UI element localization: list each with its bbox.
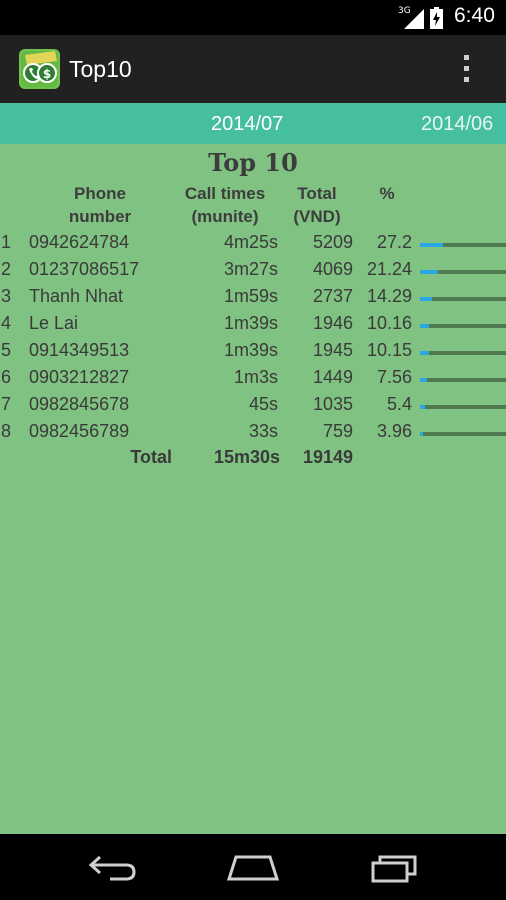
- row-percent-bar-fill: [420, 351, 429, 355]
- page-title: Top10: [69, 56, 132, 82]
- row-call-time: 1m39s: [223, 313, 278, 333]
- row-percent: 21.24: [366, 259, 412, 279]
- header-call-times: Call times (munite): [184, 184, 266, 226]
- row-call-time: 33s: [248, 421, 278, 441]
- row-percent-bar-fill: [420, 297, 433, 301]
- row-percent-bar: [420, 324, 506, 328]
- row-name: Le Lai: [29, 313, 79, 333]
- tab-current-month[interactable]: 2014/07: [211, 113, 283, 136]
- battery-icon: [430, 7, 443, 29]
- row-percent-bar: [420, 405, 506, 409]
- row-percent-bar-fill: [420, 378, 427, 382]
- row-call-time: 4m25s: [223, 232, 278, 252]
- row-call-time: 45s: [248, 394, 278, 414]
- total-label: Total: [130, 447, 172, 467]
- row-rank: 3: [1, 286, 12, 306]
- header-percent: %: [379, 184, 395, 203]
- row-call-time: 1m59s: [223, 286, 278, 306]
- row-name: 0903212827: [29, 367, 130, 387]
- row-percent: 14.29: [366, 286, 412, 306]
- row-rank: 4: [1, 313, 12, 333]
- row-percent-bar-fill: [420, 243, 444, 247]
- row-rank: 5: [1, 340, 12, 360]
- row-name: 0942624784: [29, 232, 130, 252]
- row-percent: 10.15: [366, 340, 412, 360]
- row-percent: 27.2: [376, 232, 412, 252]
- row-percent-bar: [420, 243, 506, 247]
- row-percent: 7.56: [376, 367, 412, 387]
- row-percent-bar-fill: [420, 432, 424, 436]
- total-time: 15m30s: [213, 447, 280, 467]
- row-percent: 3.96: [376, 421, 412, 441]
- row-call-time: 1m39s: [223, 340, 278, 360]
- row-total: 5209: [312, 232, 353, 252]
- navigation-bar: [0, 834, 506, 900]
- action-bar: $ Top10: [0, 35, 506, 103]
- row-total: 2737: [312, 286, 353, 306]
- row-percent-bar: [420, 297, 506, 301]
- row-rank: 1: [1, 232, 12, 252]
- row-percent-bar-fill: [420, 270, 439, 274]
- row-percent: 5.4: [386, 394, 412, 414]
- row-rank: 7: [1, 394, 12, 414]
- top10-content: Top 10 Phone number Call times (munite) …: [0, 144, 506, 834]
- svg-text:$: $: [43, 67, 51, 81]
- back-icon[interactable]: [88, 854, 138, 882]
- header-phone-number: Phone number: [68, 184, 132, 226]
- row-rank: 6: [1, 367, 12, 387]
- money-phone-icon[interactable]: $: [19, 49, 60, 89]
- month-tabs: 2014/07 2014/06: [0, 103, 506, 144]
- row-call-time: 1m3s: [233, 367, 278, 387]
- row-total: 759: [322, 421, 353, 441]
- row-percent-bar: [420, 378, 506, 382]
- row-percent-bar-fill: [420, 405, 425, 409]
- row-percent: 10.16: [366, 313, 412, 333]
- row-name: 0982456789: [29, 421, 130, 441]
- row-percent-bar: [420, 270, 506, 274]
- signal-icon: [404, 9, 424, 29]
- row-call-time: 3m27s: [223, 259, 278, 279]
- row-name: Thanh Nhat: [29, 286, 124, 306]
- row-percent-bar-fill: [420, 324, 429, 328]
- row-rank: 8: [1, 421, 12, 441]
- row-name: 0914349513: [29, 340, 130, 360]
- overflow-menu-icon[interactable]: [455, 52, 477, 86]
- row-rank: 2: [1, 259, 12, 279]
- total-amount: 19149: [302, 447, 353, 467]
- row-total: 1946: [312, 313, 353, 333]
- home-icon[interactable]: [226, 852, 280, 882]
- row-percent-bar: [420, 351, 506, 355]
- row-total: 1945: [312, 340, 353, 360]
- row-name: 0982845678: [29, 394, 130, 414]
- row-percent-bar: [420, 432, 506, 436]
- table-title: Top 10: [208, 148, 298, 177]
- row-total: 1449: [312, 367, 353, 387]
- row-total: 1035: [312, 394, 353, 414]
- header-total: Total (VND): [293, 184, 341, 226]
- row-name: 01237086517: [29, 259, 140, 279]
- row-total: 4069: [312, 259, 353, 279]
- status-bar: 3G 6:40: [0, 0, 506, 35]
- tab-next-month[interactable]: 2014/06: [421, 113, 493, 136]
- recents-icon[interactable]: [370, 852, 420, 884]
- clock: 6:40: [454, 4, 495, 27]
